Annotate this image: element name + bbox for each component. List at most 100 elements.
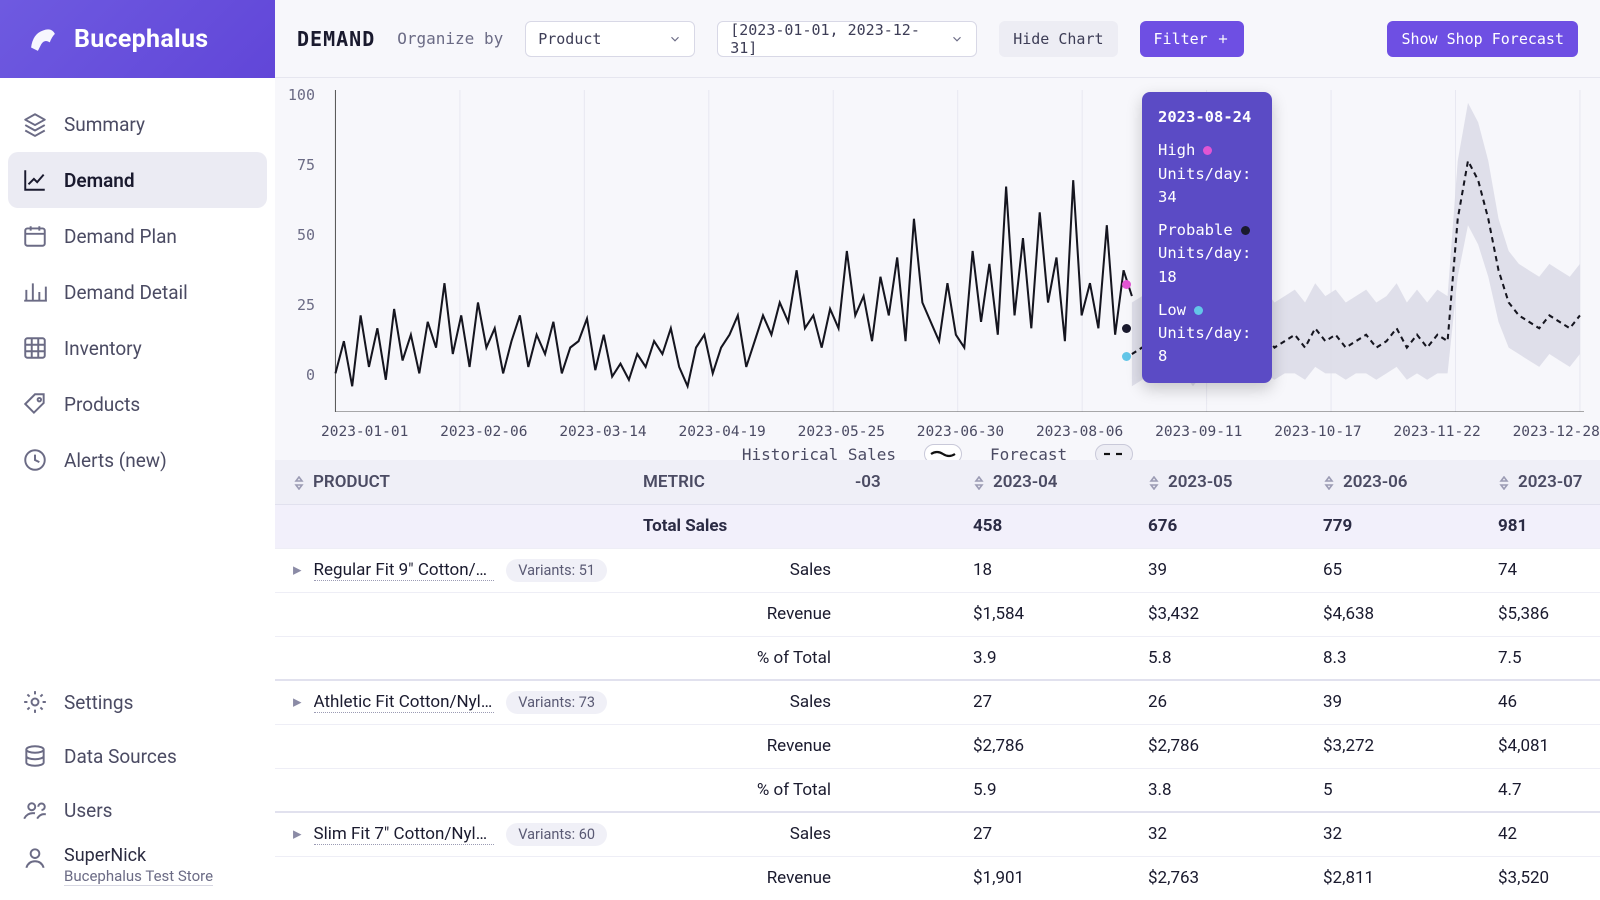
x-tick: 2023-08-06 [1036, 424, 1123, 440]
table-cell-product: ▸Athletic Fit Cotton/Nylon…Variants: 73 [275, 680, 625, 724]
col-2023-04[interactable]: 2023-04 [955, 460, 1130, 504]
sidebar-item-settings[interactable]: Settings [8, 675, 267, 729]
col-metric[interactable]: METRIC [625, 460, 855, 504]
organize-select[interactable]: Product [525, 21, 695, 57]
nav-bottom: Settings Data Sources Users SuperNick Bu… [0, 675, 275, 900]
daterange-value: [2023-01-01, 2023-12-31] [730, 21, 920, 57]
table-cell: 46 [1480, 680, 1600, 724]
col-2023-05[interactable]: 2023-05 [1130, 460, 1305, 504]
sidebar-item-label: Users [64, 799, 112, 822]
metric-label: % of Total [625, 768, 855, 812]
table-cell: 5 [1305, 768, 1480, 812]
table-cell: 65 [1305, 548, 1480, 592]
table-cell: $2,786 [1130, 724, 1305, 768]
sidebar-item-label: Demand Plan [64, 225, 177, 248]
dot-icon [1241, 226, 1250, 235]
table-cell: 5.8 [1130, 636, 1305, 680]
table-cell: $3,432 [1130, 592, 1305, 636]
product-name-link[interactable]: Athletic Fit Cotton/Nylon… [314, 692, 495, 713]
sort-icon [1148, 475, 1160, 489]
col-03[interactable]: -03 [855, 460, 955, 504]
user-block[interactable]: SuperNick Bucephalus Test Store [8, 837, 267, 886]
tooltip-low-label: Low [1158, 299, 1186, 322]
x-tick: 2023-01-01 [321, 424, 408, 440]
sidebar-item-label: Summary [64, 113, 145, 136]
gear-icon [22, 689, 48, 715]
brand: Bucephalus [0, 0, 275, 78]
sidebar-item-alerts[interactable]: Alerts (new) [8, 432, 267, 488]
tooltip-date: 2023-08-24 [1158, 106, 1256, 129]
daterange-select[interactable]: [2023-01-01, 2023-12-31] [717, 21, 977, 57]
sidebar-item-demand[interactable]: Demand [8, 152, 267, 208]
metric-label: % of Total [625, 636, 855, 680]
sidebar-item-summary[interactable]: Summary [8, 96, 267, 152]
chart-panel: 100 75 50 25 0 2023-01-01 2023-02-06 202… [275, 78, 1600, 458]
x-tick: 2023-11-22 [1393, 424, 1480, 440]
dot-icon [1203, 146, 1212, 155]
table-cell: $2,811 [1305, 856, 1480, 900]
sort-icon [1323, 475, 1335, 489]
table-cell: 458 [955, 504, 1130, 548]
metric-label: Revenue [625, 724, 855, 768]
tooltip-high-label: High [1158, 139, 1195, 162]
hover-marker-high [1122, 280, 1131, 289]
nav-main: Summary Demand Demand Plan Demand Detail… [0, 78, 275, 675]
table-cell: 676 [1130, 504, 1305, 548]
table-cell: 8.3 [1305, 636, 1480, 680]
variants-chip: Variants: 51 [506, 559, 607, 582]
table-cell: $2,763 [1130, 856, 1305, 900]
table-cell: 32 [1130, 812, 1305, 856]
table-cell: 39 [1130, 548, 1305, 592]
show-shop-forecast-button[interactable]: Show Shop Forecast [1387, 21, 1578, 57]
sidebar: Bucephalus Summary Demand Demand Plan De… [0, 0, 275, 900]
y-tick: 100 [275, 86, 315, 104]
table-cell: $2,786 [955, 724, 1130, 768]
table-cell: 74 [1480, 548, 1600, 592]
table-cell: 32 [1305, 812, 1480, 856]
demand-chart[interactable] [305, 90, 1584, 412]
sidebar-item-products[interactable]: Products [8, 376, 267, 432]
col-product[interactable]: PRODUCT [275, 460, 625, 504]
table-cell: 3.8 [1130, 768, 1305, 812]
product-name-link[interactable]: Regular Fit 9" Cotton/Nyl… [314, 560, 495, 581]
table-cell: $3,272 [1305, 724, 1480, 768]
metric-label: Sales [625, 680, 855, 724]
topbar: DEMAND Organize by Product [2023-01-01, … [275, 0, 1600, 78]
table-cell: 4.7 [1480, 768, 1600, 812]
sidebar-item-label: Products [64, 393, 140, 416]
sidebar-item-inventory[interactable]: Inventory [8, 320, 267, 376]
x-tick: 2023-05-25 [798, 424, 885, 440]
product-name-link[interactable]: Slim Fit 7" Cotton/Nylon … [314, 824, 495, 845]
table-cell: 3.9 [955, 636, 1130, 680]
chevron-down-icon [668, 32, 682, 46]
table-cell: 27 [955, 812, 1130, 856]
x-ticks: 2023-01-01 2023-02-06 2023-03-14 2023-04… [321, 424, 1600, 440]
hide-chart-button[interactable]: Hide Chart [999, 21, 1117, 57]
sidebar-item-label: Settings [64, 691, 133, 714]
variants-chip: Variants: 60 [506, 823, 607, 846]
dot-icon [1194, 306, 1203, 315]
user-name: SuperNick [64, 845, 213, 866]
x-tick: 2023-10-17 [1274, 424, 1361, 440]
sort-icon [973, 475, 985, 489]
hover-marker-low [1122, 352, 1131, 361]
sidebar-item-data-sources[interactable]: Data Sources [8, 729, 267, 783]
sidebar-item-label: Demand Detail [64, 281, 188, 304]
table-cell-product: ▸Slim Fit 7" Cotton/Nylon …Variants: 60 [275, 812, 625, 856]
grid-icon [22, 335, 48, 361]
sidebar-item-users[interactable]: Users [8, 783, 267, 837]
col-2023-07[interactable]: 2023-07 [1480, 460, 1600, 504]
table-cell: $1,901 [955, 856, 1130, 900]
filter-button[interactable]: Filter [1140, 21, 1244, 57]
sidebar-item-demand-plan[interactable]: Demand Plan [8, 208, 267, 264]
brand-name: Bucephalus [74, 25, 208, 54]
tag-icon [22, 391, 48, 417]
tooltip-prob-label: Probable [1158, 219, 1233, 242]
users-icon [22, 797, 48, 823]
bar-chart-icon [22, 279, 48, 305]
x-tick: 2023-12-28 [1513, 424, 1600, 440]
table-cell: $1,584 [955, 592, 1130, 636]
sidebar-item-demand-detail[interactable]: Demand Detail [8, 264, 267, 320]
table-cell: 42 [1480, 812, 1600, 856]
col-2023-06[interactable]: 2023-06 [1305, 460, 1480, 504]
